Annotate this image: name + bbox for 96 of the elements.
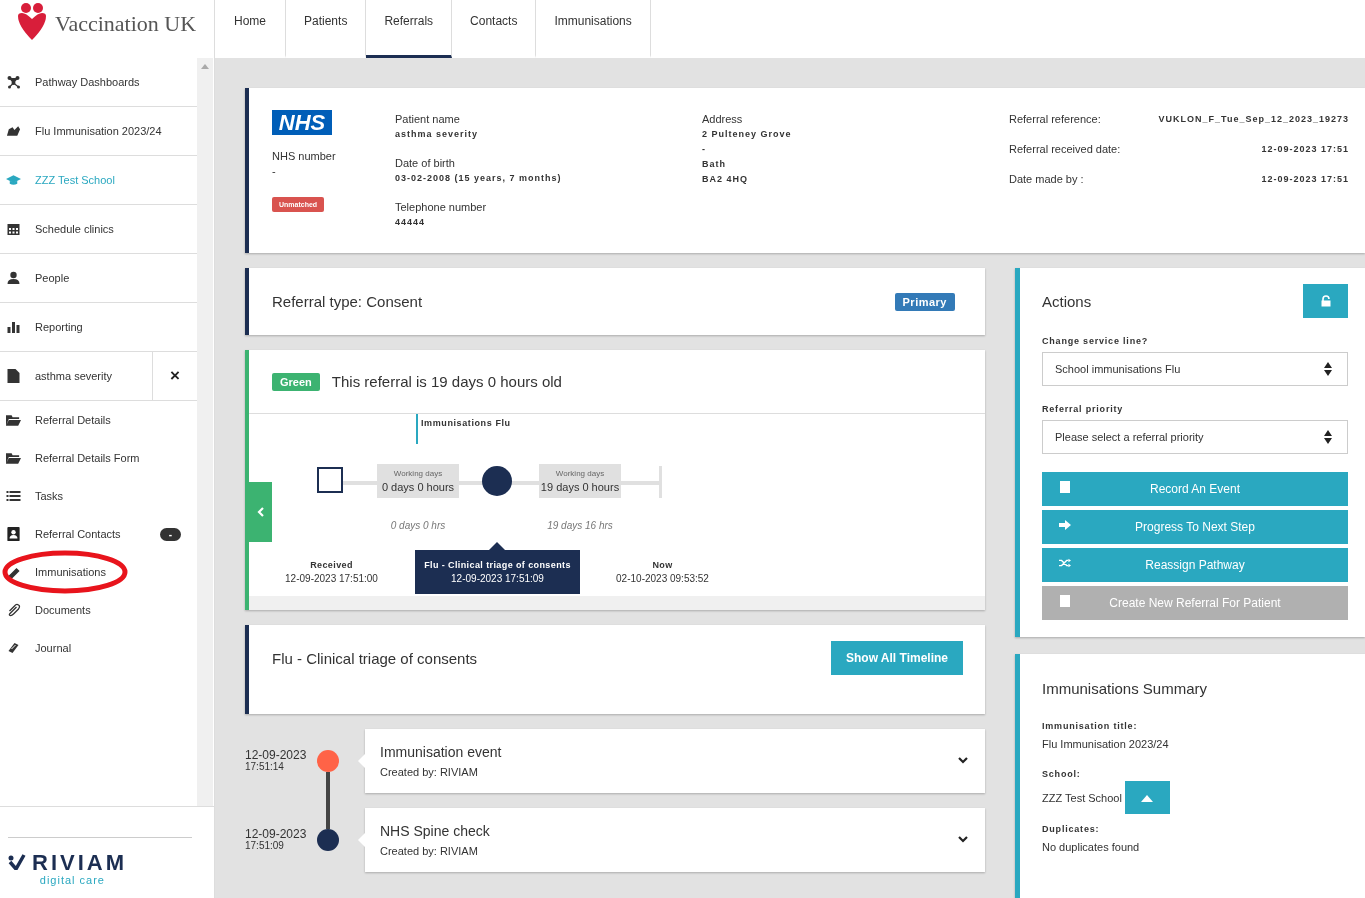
sidebar-item[interactable]: Documents — [0, 591, 197, 629]
address-line: 2 Pulteney Grove — [702, 128, 793, 141]
calendar-icon — [6, 222, 21, 236]
start-node — [317, 467, 343, 493]
event-time: 17:51:09 — [245, 840, 285, 851]
sidebar-item[interactable]: Referral Details Form — [0, 439, 197, 477]
field-label: Date made by : — [1009, 172, 1084, 187]
field-value: 44444 — [395, 216, 427, 229]
scrollbar[interactable] — [249, 596, 985, 610]
field-label: School: — [1042, 769, 1082, 779]
field-label: Address — [702, 112, 744, 127]
syringe-icon — [6, 565, 21, 579]
sort-icon — [1324, 362, 1332, 376]
chevron-left-icon — [256, 507, 265, 517]
field-label: Patient name — [395, 112, 461, 127]
logo-icon — [17, 2, 47, 42]
sidebar-item[interactable]: Referral Details — [0, 401, 197, 439]
chevron-down-icon[interactable] — [958, 757, 968, 764]
count-badge: - — [159, 527, 181, 541]
milestone[interactable]: Received 12-09-2023 17:51:00 — [254, 550, 409, 594]
brand-name: Vaccination UK — [55, 11, 197, 37]
caret-up-icon — [1141, 793, 1154, 802]
field-label: Duplicates: — [1042, 824, 1101, 834]
field-value: No duplicates found — [1042, 841, 1140, 853]
duration-box: Working days 0 days 0 hours — [377, 464, 459, 498]
lock-icon — [1320, 295, 1331, 307]
person-icon — [6, 271, 21, 285]
sidebar-item[interactable]: Journal — [0, 629, 197, 667]
address-line: BA2 4HQ — [702, 173, 749, 186]
elapsed-time: 19 days 16 hrs — [546, 520, 614, 531]
square-icon — [1059, 595, 1071, 607]
rag-badge: Green — [272, 372, 320, 391]
milestone[interactable]: Flu - Clinical triage of consents 12-09-2023 17:51:09 — [415, 550, 580, 594]
scrollbar[interactable] — [197, 58, 213, 806]
field-value: VUKLON_F_Tue_Sep_12_2023_19273 — [1158, 113, 1349, 126]
field-label: Referral received date: — [1009, 142, 1121, 157]
folder-icon — [6, 451, 21, 465]
sidebar-item[interactable]: Immunisations — [0, 553, 197, 591]
field-value: - — [272, 164, 277, 179]
service-line-select[interactable]: School immunisations Flu — [1042, 352, 1348, 386]
field-value: Flu Immunisation 2023/24 — [1042, 738, 1169, 750]
card-title: Actions — [1042, 292, 1092, 310]
priority-select[interactable]: Please select a referral priority — [1042, 420, 1348, 454]
duration-box: Working days 19 days 0 hours — [539, 464, 621, 498]
field-label: Referral reference: — [1009, 112, 1101, 127]
card-title: Immunisations Summary — [1042, 680, 1209, 697]
event-author: Created by: RIVIAM — [380, 766, 479, 778]
event-title: NHS Spine check — [380, 823, 491, 839]
company-name: RIVIAM — [32, 852, 127, 874]
elapsed-time: 0 days 0 hrs — [389, 520, 447, 531]
bar-chart-icon — [6, 320, 21, 334]
event-date: 12-09-2023 — [245, 829, 308, 840]
type-badge: Primary — [894, 292, 955, 311]
step-title: Flu - Clinical triage of consents — [272, 650, 478, 667]
field-label: NHS number — [272, 149, 337, 164]
field-label: Change service line? — [1042, 336, 1150, 346]
sidebar-item[interactable]: Referral Contacts - — [0, 515, 197, 553]
field-value: 03-02-2008 (15 years, 7 months) — [395, 172, 563, 185]
sort-icon — [1324, 430, 1332, 444]
referral-type: Referral type: Consent — [272, 293, 423, 310]
field-value: asthma severity — [395, 128, 480, 141]
expand-button[interactable] — [1124, 781, 1170, 814]
riviam-mark-icon — [8, 854, 28, 870]
document-icon — [6, 369, 21, 383]
paperclip-icon — [6, 603, 21, 617]
graduation-cap-icon — [6, 173, 21, 187]
event-date: 12-09-2023 — [245, 750, 308, 761]
address-line: - — [702, 143, 707, 156]
field-value: ZZZ Test School — [1042, 791, 1122, 804]
arrow-right-icon — [1059, 519, 1071, 531]
field-label: Referral priority — [1042, 404, 1125, 414]
event-author: Created by: RIVIAM — [380, 845, 479, 857]
field-value: 12-09-2023 17:51 — [1261, 143, 1349, 156]
nhs-logo: NHS — [272, 110, 332, 135]
shuffle-icon — [1059, 557, 1071, 569]
network-icon — [6, 75, 21, 89]
chevron-down-icon[interactable] — [958, 836, 968, 843]
step-node — [482, 466, 512, 496]
contact-card-icon — [6, 527, 21, 541]
event-time: 17:51:14 — [245, 761, 285, 772]
address-line: Bath — [702, 158, 727, 171]
referral-age: This referral is 19 days 0 hours old — [331, 373, 562, 390]
company-tagline: digital care — [39, 874, 105, 886]
square-icon — [1059, 481, 1071, 493]
field-value: 12-09-2023 17:51 — [1261, 173, 1349, 186]
sidebar-item[interactable]: Tasks — [0, 477, 197, 515]
event-title: Immunisation event — [380, 744, 503, 760]
field-label: Date of birth — [395, 156, 456, 171]
nav-tab[interactable]: Referrals — [366, 0, 453, 58]
field-label: Telephone number — [395, 200, 488, 215]
lock-button[interactable] — [1303, 284, 1348, 318]
field-label: Immunisation title: — [1042, 721, 1139, 731]
list-icon — [6, 489, 21, 503]
bandage-icon — [6, 641, 21, 655]
milestone[interactable]: Now 02-10-2023 09:53:52 — [585, 550, 740, 594]
folder-icon — [6, 413, 21, 427]
